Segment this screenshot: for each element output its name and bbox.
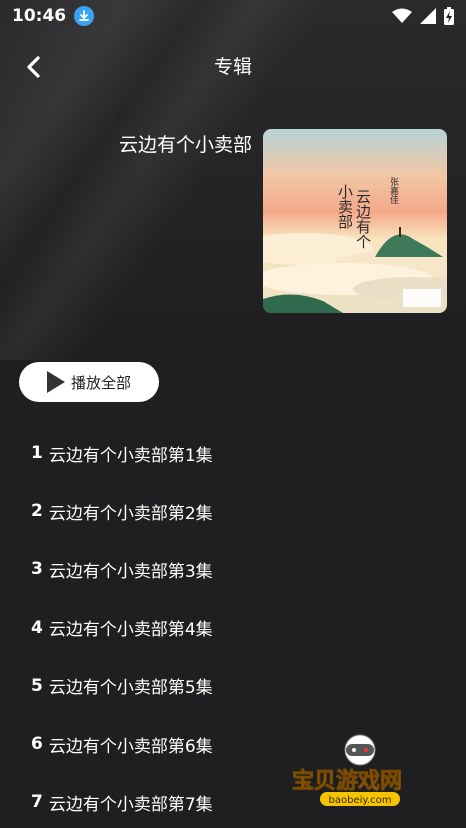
status-time: 10:46 — [12, 6, 67, 26]
episode-title: 云边有个小卖部第7集 — [48, 794, 213, 815]
list-item[interactable]: 2 云边有个小卖部第2集 — [31, 482, 451, 540]
episode-title: 云边有个小卖部第4集 — [48, 620, 213, 641]
episode-number: 7 — [31, 792, 43, 813]
status-bar: 10:46 — [0, 0, 466, 32]
signal-icon — [420, 8, 436, 24]
play-icon — [47, 371, 65, 393]
download-icon — [74, 6, 95, 26]
album-cover[interactable]: 云边有个 小卖部 张嘉佳 — [263, 129, 447, 313]
album-title: 云边有个小卖部 — [118, 134, 252, 156]
top-nav: 专辑 — [0, 40, 466, 92]
episode-number: 2 — [31, 501, 43, 522]
svg-text:云边有个: 云边有个 — [354, 189, 372, 249]
episode-title: 云边有个小卖部第3集 — [48, 561, 213, 582]
list-item[interactable]: 3 云边有个小卖部第3集 — [31, 540, 451, 598]
episode-number: 5 — [31, 675, 43, 696]
list-item[interactable]: 1 云边有个小卖部第1集 — [31, 424, 451, 482]
watermark-name: 宝贝游戏网 — [292, 768, 402, 794]
episode-title: 云边有个小卖部第5集 — [48, 678, 213, 699]
list-item[interactable]: 4 云边有个小卖部第4集 — [31, 599, 451, 657]
svg-text:小卖部: 小卖部 — [336, 184, 354, 229]
battery-charging-icon — [444, 7, 454, 25]
episode-number: 4 — [31, 617, 43, 638]
status-icons — [392, 7, 454, 25]
page-title: 专辑 — [213, 56, 252, 78]
episode-title: 云边有个小卖部第2集 — [48, 503, 213, 524]
episode-title: 云边有个小卖部第1集 — [48, 445, 213, 466]
watermark-url: baobeiy.com — [329, 795, 392, 806]
wifi-icon — [392, 8, 412, 23]
episode-number: 3 — [31, 559, 43, 580]
list-item[interactable]: 5 云边有个小卖部第5集 — [31, 657, 451, 715]
play-all-button[interactable]: 播放全部 — [19, 362, 159, 402]
episode-title: 云边有个小卖部第6集 — [48, 736, 213, 757]
episode-number: 1 — [31, 443, 43, 464]
watermark-logo: 宝贝游戏网 baobeiy.com — [290, 730, 440, 820]
play-all-label: 播放全部 — [71, 373, 132, 392]
svg-text:张嘉佳: 张嘉佳 — [388, 177, 399, 204]
episode-number: 6 — [31, 734, 43, 755]
